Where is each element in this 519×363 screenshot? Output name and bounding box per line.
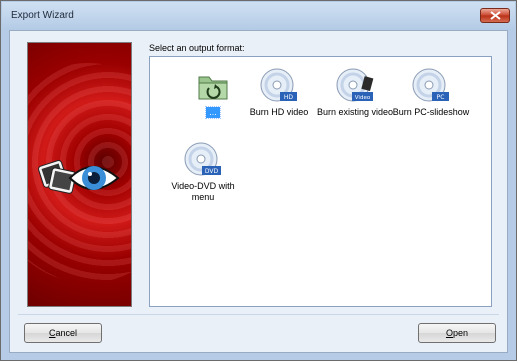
format-label: Burn existing video: [316, 107, 394, 117]
window-title: Export Wizard: [11, 10, 74, 21]
video-badge: Video: [355, 95, 371, 101]
title-bar[interactable]: Export Wizard: [2, 2, 515, 30]
format-label: Burn PC-slideshow: [392, 107, 470, 117]
hd-disc-icon: HD: [260, 68, 297, 102]
format-item-video-dvd-with-menu[interactable]: DVD Video-DVD with menu: [164, 141, 242, 203]
side-banner: [27, 42, 132, 307]
format-label: Video-DVD with menu: [171, 181, 235, 202]
footer-divider: [18, 314, 499, 315]
slideshow-eye-logo: [38, 159, 120, 194]
hd-badge: HD: [284, 94, 294, 101]
folder-back-icon: [198, 76, 228, 100]
video-disc-icon: Video: [336, 68, 374, 102]
output-format-label: Select an output format:: [149, 43, 245, 53]
export-wizard-window: Export Wizard Select an output format: .…: [0, 0, 517, 361]
format-label: Burn HD video: [249, 107, 309, 117]
format-item-burn-pc-slideshow[interactable]: PC Burn PC-slideshow: [392, 67, 470, 118]
format-list[interactable]: ... HD Burn HD video Video Burn existing…: [149, 56, 492, 307]
format-label: ...: [205, 106, 221, 119]
format-item-burn-hd-video[interactable]: HD Burn HD video: [240, 67, 318, 118]
pc-disc-icon: PC: [412, 68, 449, 102]
dvd-disc-icon: DVD: [184, 142, 221, 176]
close-button[interactable]: [480, 8, 510, 23]
cancel-label: ancel: [55, 328, 77, 338]
pc-badge: PC: [437, 94, 445, 101]
open-label: pen: [452, 328, 469, 338]
wizard-client-area: Select an output format: ... HD Burn HD …: [9, 30, 508, 353]
dvd-badge: DVD: [205, 168, 219, 175]
cancel-button[interactable]: Cancel: [24, 323, 102, 343]
open-button[interactable]: Open: [418, 323, 496, 343]
open-mnemonic: O: [445, 328, 453, 338]
format-item-burn-existing-video[interactable]: Video Burn existing video: [316, 67, 394, 118]
close-icon: [490, 11, 501, 20]
